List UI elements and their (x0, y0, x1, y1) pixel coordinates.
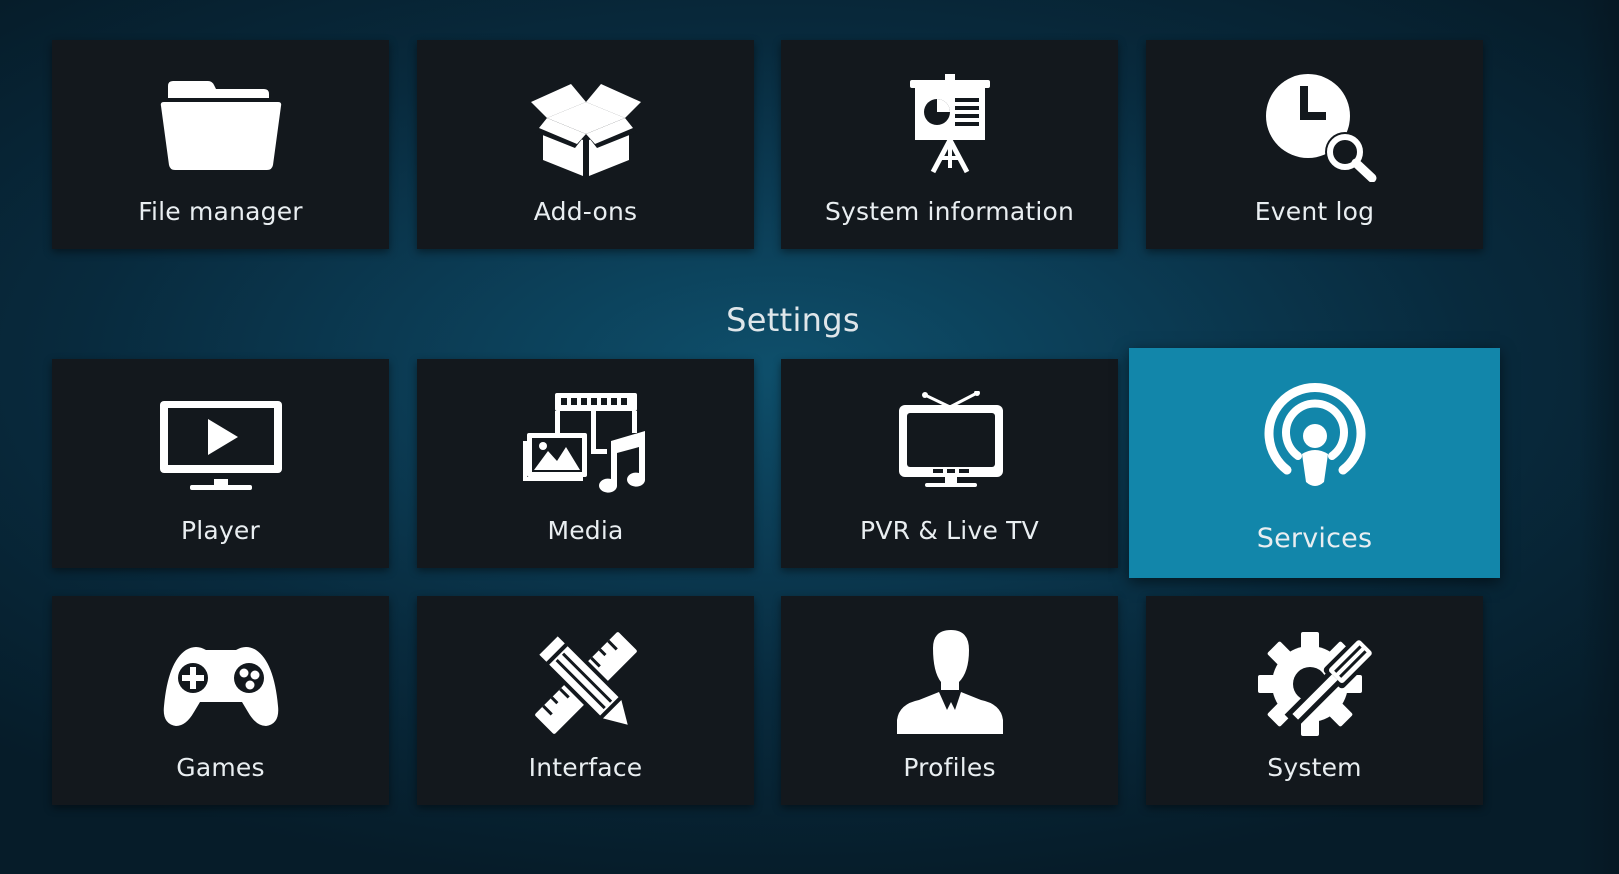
pencil-ruler-icon (521, 628, 651, 738)
tile-label: System information (824, 197, 1075, 226)
tile-interface[interactable]: Interface (417, 596, 754, 805)
right-edge-shadow (1579, 0, 1619, 874)
media-collage-icon (521, 391, 651, 501)
presentation-easel-icon (885, 72, 1015, 182)
tile-label: Event log (1254, 197, 1375, 226)
section-heading-settings: Settings (726, 301, 860, 339)
gamepad-icon (156, 628, 286, 738)
tile-player[interactable]: Player (52, 359, 389, 568)
folder-icon (156, 72, 286, 182)
tile-system[interactable]: System (1146, 596, 1483, 805)
tile-label: PVR & Live TV (860, 516, 1039, 545)
tile-label: System (1267, 753, 1362, 782)
tile-label: Player (181, 516, 260, 545)
tile-label: Add-ons (533, 197, 638, 226)
tv-play-icon (156, 391, 286, 501)
tile-add-ons[interactable]: Add-ons (417, 40, 754, 249)
tile-system-information[interactable]: System information (781, 40, 1118, 249)
tile-label: Interface (528, 753, 643, 782)
broadcast-person-icon (1250, 382, 1380, 492)
tile-label: Media (547, 516, 624, 545)
tile-label: Services (1256, 523, 1373, 554)
tile-media[interactable]: Media (417, 359, 754, 568)
tile-profiles[interactable]: Profiles (781, 596, 1118, 805)
tile-pvr-live-tv[interactable]: PVR & Live TV (781, 359, 1118, 568)
antenna-tv-icon (885, 391, 1015, 501)
tile-label: Profiles (903, 753, 996, 782)
person-silhouette-icon (885, 628, 1015, 738)
tile-label: Games (176, 753, 265, 782)
open-box-icon (521, 72, 651, 182)
tile-label: File manager (138, 197, 303, 226)
gear-screwdriver-icon (1250, 628, 1380, 738)
tile-games[interactable]: Games (52, 596, 389, 805)
clock-magnifier-icon (1250, 72, 1380, 182)
tile-file-manager[interactable]: File manager (52, 40, 389, 249)
tile-event-log[interactable]: Event log (1146, 40, 1483, 249)
tile-services[interactable]: Services (1129, 348, 1500, 578)
